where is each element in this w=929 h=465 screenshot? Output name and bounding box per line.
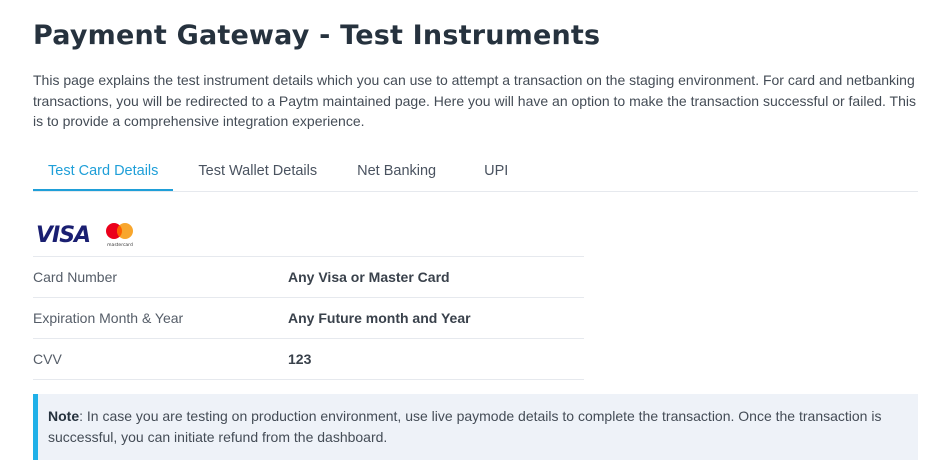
tab-net-banking[interactable]: Net Banking: [342, 153, 451, 191]
visa-mastercard-logo: VISA mastercard: [36, 222, 133, 248]
tab-test-wallet-details[interactable]: Test Wallet Details: [183, 153, 332, 191]
table-row: CVV 123: [33, 339, 584, 380]
tab-upi[interactable]: UPI: [469, 153, 523, 191]
tab-test-card-details[interactable]: Test Card Details: [33, 153, 174, 191]
intro-paragraph: This page explains the test instrument d…: [33, 72, 916, 129]
row-label: Card Number: [33, 268, 118, 285]
test-card-table: Card Number Any Visa or Master Card Expi…: [33, 257, 584, 380]
page-title: Payment Gateway - Test Instruments: [33, 20, 601, 51]
note-text: : In case you are testing on production …: [48, 407, 882, 445]
table-row: Expiration Month & Year Any Future month…: [33, 298, 584, 339]
visa-logo-text: VISA: [36, 223, 90, 248]
mastercard-icon: mastercard: [106, 222, 133, 248]
table-row: Card Number Any Visa or Master Card: [33, 257, 584, 298]
row-value: 123: [288, 350, 312, 367]
tab-bar: Test Card Details Test Wallet Details Ne…: [33, 152, 918, 192]
row-label: CVV: [33, 350, 62, 367]
row-value: Any Future month and Year: [288, 309, 471, 326]
row-value: Any Visa or Master Card: [288, 268, 450, 285]
card-logo-row: VISA mastercard: [33, 192, 584, 257]
mastercard-logo-text: mastercard: [107, 242, 133, 248]
note-callout: Note: In case you are testing on product…: [33, 393, 918, 460]
note-label: Note: [48, 407, 80, 424]
row-label: Expiration Month & Year: [33, 309, 184, 326]
page-content: Payment Gateway - Test Instruments This …: [33, 0, 918, 460]
